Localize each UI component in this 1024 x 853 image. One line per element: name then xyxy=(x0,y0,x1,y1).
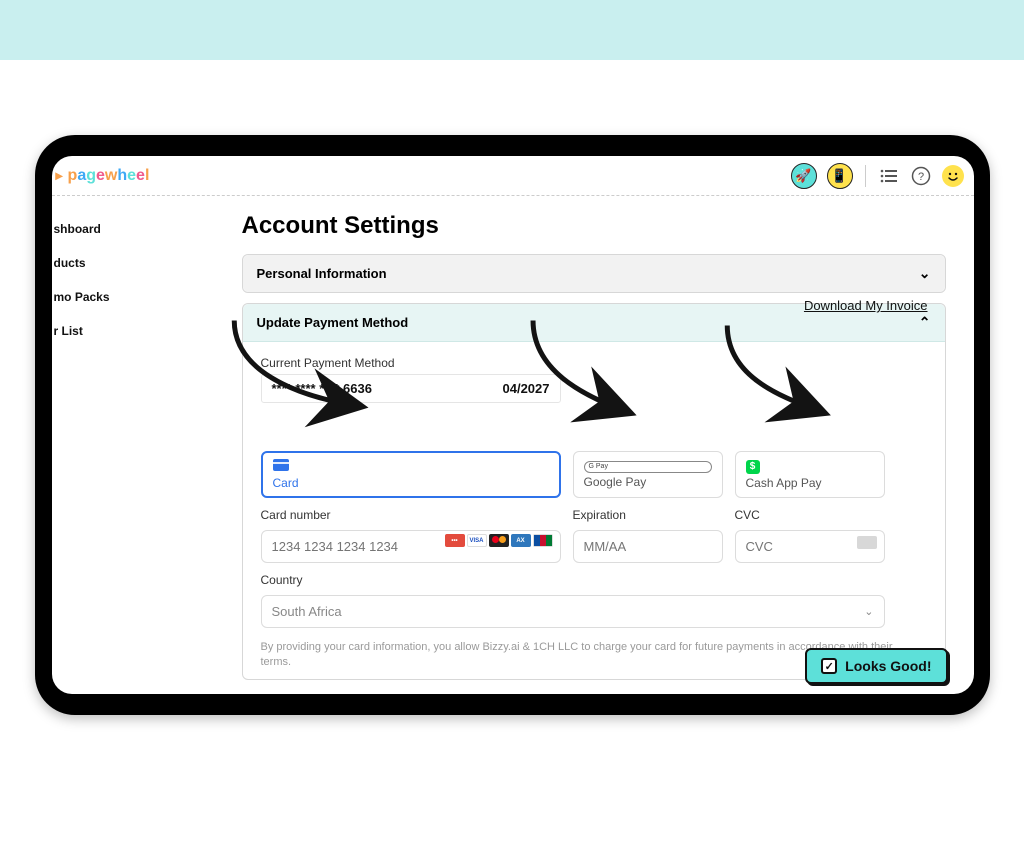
download-invoice-link[interactable]: Download My Invoice xyxy=(804,298,928,313)
country-field: Country South Africa ⌄ xyxy=(261,573,885,628)
brand-logo[interactable]: ▸ pagewheel xyxy=(52,167,150,185)
svg-text:?: ? xyxy=(917,171,923,183)
country-select[interactable]: South Africa ⌄ xyxy=(261,595,885,628)
app-body: shboard ducts mo Packs r List Account Se… xyxy=(52,196,974,694)
country-label: Country xyxy=(261,573,885,587)
section-title: Update Payment Method xyxy=(257,315,409,330)
phone-icon: 📱 xyxy=(831,168,847,184)
country-value: South Africa xyxy=(272,604,342,619)
card-number-field: Card number ••• VISA AX xyxy=(261,508,561,563)
current-payment-label: Current Payment Method xyxy=(261,356,927,370)
payment-tab-card[interactable]: Card xyxy=(261,451,561,498)
card-number-label: Card number xyxy=(261,508,561,522)
current-card-display: **** **** **** 6636 04/2027 xyxy=(261,374,561,403)
expiration-input[interactable] xyxy=(573,530,723,563)
payment-method-tabs: Card G Pay Google Pay $ Cash App Pay xyxy=(261,451,927,498)
gpay-icon: G Pay xyxy=(584,461,712,473)
tablet-frame: ▸ pagewheel 🚀 📱 ? shboard ducts mo Packs… xyxy=(35,135,990,715)
header-rocket-button[interactable]: 🚀 xyxy=(791,163,817,189)
cash-app-icon: $ xyxy=(746,460,760,474)
card-fields-row: Card number ••• VISA AX xyxy=(261,508,927,563)
card-brand-logos: ••• VISA AX xyxy=(445,534,553,547)
check-icon: ✓ xyxy=(821,658,837,674)
card-brand-dots-icon: ••• xyxy=(445,534,465,547)
payment-tab-cashapp-label: Cash App Pay xyxy=(746,476,874,490)
sidebar-item-dashboard[interactable]: shboard xyxy=(52,212,112,246)
header-phone-button[interactable]: 📱 xyxy=(827,163,853,189)
sidebar-item-products[interactable]: ducts xyxy=(52,246,112,280)
payment-tab-cash-app[interactable]: $ Cash App Pay xyxy=(735,451,885,498)
help-icon[interactable]: ? xyxy=(910,165,932,187)
header-icon-group: 🚀 📱 ? xyxy=(791,163,964,189)
cvc-label: CVC xyxy=(735,508,885,522)
page-top-band xyxy=(0,0,1024,60)
smiley-icon[interactable] xyxy=(942,165,964,187)
payment-tab-gpay-label: Google Pay xyxy=(584,475,712,489)
section-header-personal[interactable]: Personal Information ⌄ xyxy=(243,255,945,292)
masked-card-number: **** **** **** 6636 xyxy=(272,381,372,396)
sidebar-item-list[interactable]: r List xyxy=(52,314,112,348)
mastercard-icon xyxy=(489,534,509,547)
app-header: ▸ pagewheel 🚀 📱 ? xyxy=(52,156,974,196)
chevron-up-icon: ⌃ xyxy=(919,314,931,331)
payment-tab-google-pay[interactable]: G Pay Google Pay xyxy=(573,451,723,498)
card-expiry-display: 04/2027 xyxy=(503,381,550,396)
credit-card-icon xyxy=(273,459,549,474)
looks-good-button[interactable]: ✓ Looks Good! xyxy=(805,648,947,684)
header-list-icon[interactable] xyxy=(878,165,900,187)
jcb-icon xyxy=(533,534,553,547)
amex-icon: AX xyxy=(511,534,531,547)
sidebar-item-promo-packs[interactable]: mo Packs xyxy=(52,280,112,314)
section-update-payment-method: Update Payment Method ⌃ Current Payment … xyxy=(242,303,946,680)
cvc-field: CVC xyxy=(735,508,885,563)
expiration-label: Expiration xyxy=(573,508,723,522)
brand-chevron-icon: ▸ xyxy=(56,167,63,184)
page-title: Account Settings xyxy=(242,212,946,240)
rocket-icon: 🚀 xyxy=(795,168,811,184)
payment-tab-card-label: Card xyxy=(273,476,549,490)
chevron-down-icon: ⌄ xyxy=(864,605,873,618)
section-personal-information: Personal Information ⌄ xyxy=(242,254,946,293)
sidebar: shboard ducts mo Packs r List xyxy=(52,196,112,694)
visa-icon: VISA xyxy=(467,534,487,547)
expiration-field: Expiration xyxy=(573,508,723,563)
main-content: Account Settings Personal Information ⌄ … xyxy=(112,196,974,694)
cvc-hint-icon xyxy=(857,536,877,549)
chevron-down-icon: ⌄ xyxy=(919,265,931,282)
looks-good-label: Looks Good! xyxy=(845,658,931,674)
app-window: ▸ pagewheel 🚀 📱 ? shboard ducts mo Packs… xyxy=(52,156,974,694)
payment-section-body: Current Payment Method **** **** **** 66… xyxy=(243,342,945,679)
section-title: Personal Information xyxy=(257,266,387,281)
header-divider xyxy=(865,165,866,187)
